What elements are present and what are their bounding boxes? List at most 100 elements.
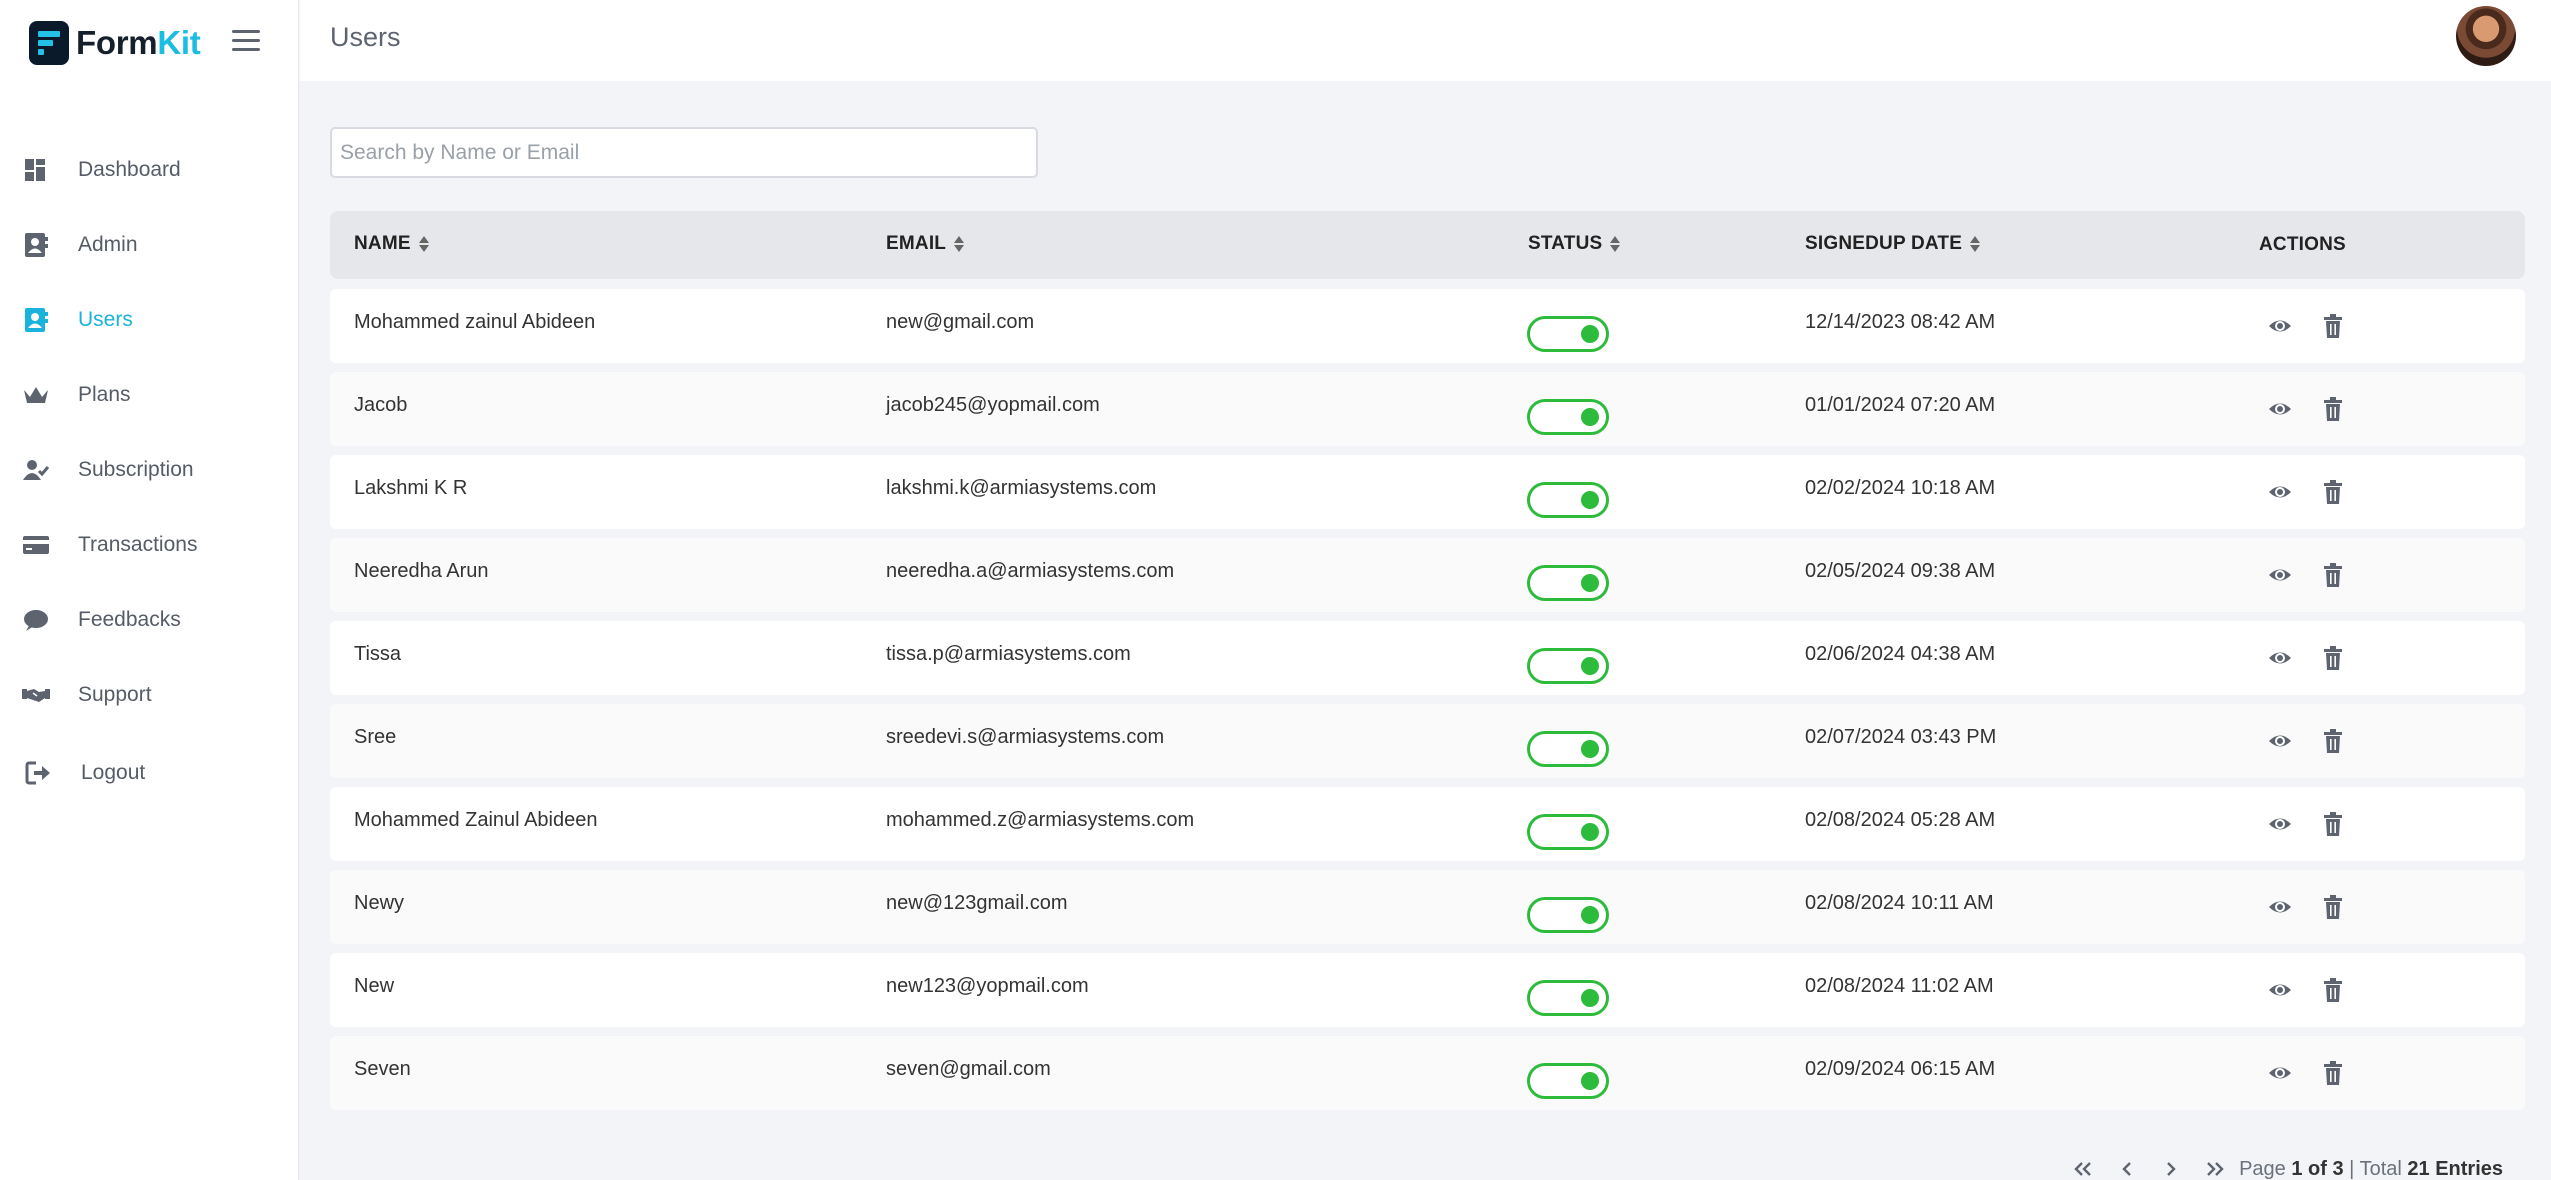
sidebar-item-logout[interactable]: Logout xyxy=(0,743,299,803)
trash-icon[interactable] xyxy=(2320,396,2346,422)
sidebar-item-admin[interactable]: Admin xyxy=(0,215,299,275)
sort-icon[interactable] xyxy=(1970,235,1981,253)
user-email: neeredha.a@armiasystems.com xyxy=(886,560,1175,582)
sidebar-item-users[interactable]: Users xyxy=(0,290,299,350)
table-row: Seven seven@gmail.com 02/09/2024 06:15 A… xyxy=(330,1036,2525,1110)
total-entries: 21 Entries xyxy=(2407,1157,2503,1180)
column-header-name[interactable]: NAME xyxy=(354,233,429,255)
column-header-signedup-date[interactable]: SIGNEDUP DATE xyxy=(1805,233,1981,255)
signedup-date: 01/01/2024 07:20 AM xyxy=(1805,394,1996,416)
eye-icon[interactable] xyxy=(2267,977,2293,1003)
pagination-separator: | xyxy=(2349,1157,2355,1180)
page-title: Users xyxy=(330,22,401,52)
column-header-label: NAME xyxy=(354,233,411,254)
chat-bubble-icon xyxy=(24,610,48,631)
credit-card-icon xyxy=(23,536,49,554)
formkit-logo-icon xyxy=(29,21,69,65)
eye-icon[interactable] xyxy=(2267,479,2293,505)
handshake-icon xyxy=(22,689,50,702)
column-header-label: EMAIL xyxy=(886,233,947,254)
sidebar-item-dashboard[interactable]: Dashboard xyxy=(0,140,299,200)
trash-icon[interactable] xyxy=(2320,728,2346,754)
user-email: seven@gmail.com xyxy=(886,1058,1051,1080)
signedup-date: 02/02/2024 10:18 AM xyxy=(1805,477,1996,499)
signedup-date: 02/05/2024 09:38 AM xyxy=(1805,560,1996,582)
user-email: new@gmail.com xyxy=(886,311,1035,333)
eye-icon[interactable] xyxy=(2267,396,2293,422)
first-page-icon[interactable] xyxy=(2061,1157,2105,1180)
user-name: Seven xyxy=(354,1058,411,1080)
brand-name-part-2: Kit xyxy=(157,24,201,61)
sidebar-item-support[interactable]: Support xyxy=(0,665,299,725)
search-input[interactable] xyxy=(330,127,1038,178)
trash-icon[interactable] xyxy=(2320,894,2346,920)
user-name: Tissa xyxy=(354,643,402,665)
signedup-date: 02/09/2024 06:15 AM xyxy=(1805,1058,1996,1080)
status-toggle[interactable] xyxy=(1527,814,1609,850)
eye-icon[interactable] xyxy=(2267,1060,2293,1086)
status-toggle[interactable] xyxy=(1527,980,1609,1016)
user-avatar[interactable] xyxy=(2456,6,2516,66)
sidebar-item-label: Users xyxy=(78,308,133,331)
sidebar-item-label: Transactions xyxy=(78,533,198,556)
eye-icon[interactable] xyxy=(2267,894,2293,920)
menu-toggle-icon[interactable] xyxy=(232,27,260,53)
signedup-date: 02/08/2024 11:02 AM xyxy=(1805,975,1994,997)
trash-icon[interactable] xyxy=(2320,977,2346,1003)
status-toggle[interactable] xyxy=(1527,897,1609,933)
user-name: Neeredha Arun xyxy=(354,560,489,582)
column-header-email[interactable]: EMAIL xyxy=(886,233,965,255)
sidebar-item-label: Feedbacks xyxy=(78,608,181,631)
column-header-actions: ACTIONS xyxy=(2259,234,2346,256)
next-page-icon[interactable] xyxy=(2149,1157,2193,1180)
status-toggle[interactable] xyxy=(1527,1063,1609,1099)
sidebar-item-label: Support xyxy=(78,683,152,706)
column-header-label: ACTIONS xyxy=(2259,234,2346,255)
column-header-label: SIGNEDUP DATE xyxy=(1805,233,1963,254)
trash-icon[interactable] xyxy=(2320,811,2346,837)
user-email: mohammed.z@armiasystems.com xyxy=(886,809,1195,831)
status-toggle[interactable] xyxy=(1527,316,1609,352)
status-toggle[interactable] xyxy=(1527,482,1609,518)
sidebar-item-plans[interactable]: Plans xyxy=(0,365,299,425)
page-value: 1 of 3 xyxy=(2291,1157,2344,1180)
table-header: NAME EMAIL STATUS SIGNEDUP DATE ACTIONS xyxy=(330,211,2525,279)
sidebar-item-feedbacks[interactable]: Feedbacks xyxy=(0,590,299,650)
user-name: Mohammed zainul Abideen xyxy=(354,311,596,333)
column-header-status[interactable]: STATUS xyxy=(1528,233,1621,255)
users-contact-icon xyxy=(25,308,48,332)
eye-icon[interactable] xyxy=(2267,645,2293,671)
brand-logo[interactable]: FormKit xyxy=(29,20,201,66)
user-email: lakshmi.k@armiasystems.com xyxy=(886,477,1157,499)
signedup-date: 12/14/2023 08:42 AM xyxy=(1805,311,1996,333)
eye-icon[interactable] xyxy=(2267,313,2293,339)
sort-icon[interactable] xyxy=(418,235,429,253)
status-toggle[interactable] xyxy=(1527,565,1609,601)
table-row: Newy new@123gmail.com 02/08/2024 10:11 A… xyxy=(330,870,2525,944)
trash-icon[interactable] xyxy=(2320,645,2346,671)
trash-icon[interactable] xyxy=(2320,562,2346,588)
last-page-icon[interactable] xyxy=(2193,1157,2237,1180)
trash-icon[interactable] xyxy=(2320,479,2346,505)
eye-icon[interactable] xyxy=(2267,728,2293,754)
user-name: Mohammed Zainul Abideen xyxy=(354,809,598,831)
trash-icon[interactable] xyxy=(2320,313,2346,339)
eye-icon[interactable] xyxy=(2267,811,2293,837)
trash-icon[interactable] xyxy=(2320,1060,2346,1086)
status-toggle[interactable] xyxy=(1527,399,1609,435)
user-email: jacob245@yopmail.com xyxy=(886,394,1100,416)
previous-page-icon[interactable] xyxy=(2105,1157,2149,1180)
sort-icon[interactable] xyxy=(1610,235,1621,253)
sidebar-item-subscription[interactable]: Subscription xyxy=(0,440,299,500)
pagination-summary: Page 1 of 3 | Total 21 Entries xyxy=(2239,1158,2503,1180)
table-row: Sree sreedevi.s@armiasystems.com 02/07/2… xyxy=(330,704,2525,778)
sidebar-item-transactions[interactable]: Transactions xyxy=(0,515,299,575)
table-row: Lakshmi K R lakshmi.k@armiasystems.com 0… xyxy=(330,455,2525,529)
sort-icon[interactable] xyxy=(954,235,965,253)
table-row: Neeredha Arun neeredha.a@armiasystems.co… xyxy=(330,538,2525,612)
status-toggle[interactable] xyxy=(1527,648,1609,684)
logout-icon xyxy=(25,761,50,785)
eye-icon[interactable] xyxy=(2267,562,2293,588)
crown-icon xyxy=(24,387,48,403)
status-toggle[interactable] xyxy=(1527,731,1609,767)
